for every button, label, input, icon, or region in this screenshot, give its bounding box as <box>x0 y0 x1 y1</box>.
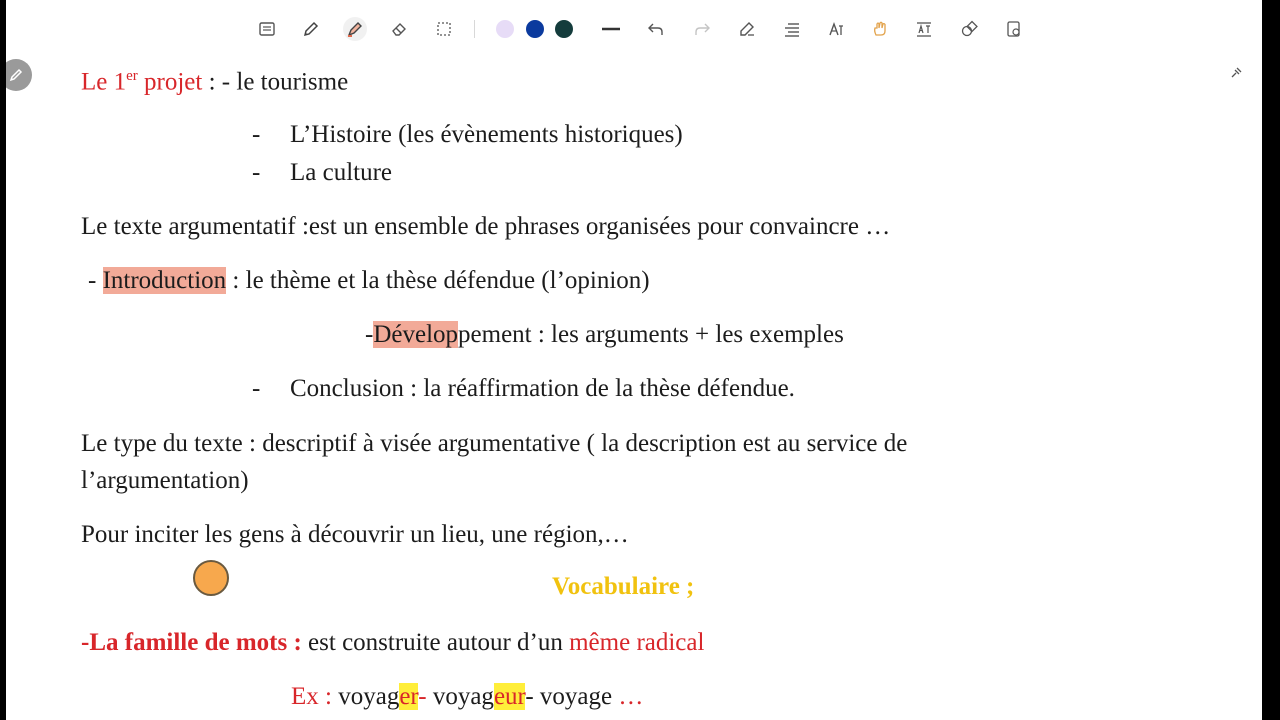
color-swatch-blue[interactable] <box>526 20 544 38</box>
vocabulary-heading: Vocabulaire ; <box>552 573 695 600</box>
heading-project-word: projet <box>137 68 203 96</box>
structure-description: pement : les arguments + les exemples <box>458 321 844 348</box>
structure-dash: - <box>88 267 103 294</box>
hand-tool-button[interactable] <box>868 17 892 41</box>
bullet-dash: - <box>252 159 261 186</box>
pen-icon <box>303 21 319 37</box>
text-box-button[interactable] <box>912 17 936 41</box>
bullet-histoire: - L’Histoire (les évènements historiques) <box>252 121 683 149</box>
highlighter-icon <box>347 22 362 37</box>
structure-description: Conclusion : la réaffirmation de la thès… <box>290 375 795 402</box>
text-box-icon <box>917 22 931 37</box>
export-button[interactable] <box>1002 17 1026 41</box>
undo-button[interactable] <box>644 17 668 41</box>
align-icon <box>785 23 799 37</box>
color-swatch-dark-teal[interactable] <box>555 20 573 38</box>
highlighted-suffix-er: er <box>399 683 419 710</box>
structure-introduction: - Introduction : le thème et la thèse dé… <box>88 267 650 295</box>
structure-dash: - <box>252 375 261 402</box>
example-line: Ex : voyager- voyageur- voyage … <box>291 683 643 711</box>
toolbar-divider <box>474 20 475 38</box>
bullet-dash: - <box>252 121 261 148</box>
export-icon <box>1007 21 1020 37</box>
highlighted-developpement: Dévelop <box>373 321 459 348</box>
example-word-voyage: - voyage <box>525 683 619 710</box>
bullet-culture: - La culture <box>252 159 392 187</box>
align-button[interactable] <box>780 17 804 41</box>
highlighter-tool-button[interactable] <box>343 17 367 41</box>
heading-theme: : - le tourisme <box>202 68 349 96</box>
undo-icon <box>648 23 663 35</box>
shape-pen-button[interactable] <box>735 17 759 41</box>
eraser-icon <box>392 23 406 36</box>
example-word-stem: voyag <box>338 683 400 710</box>
shapes-icon <box>961 20 978 37</box>
text-type-line-1: Le type du texte : descriptif à visée ar… <box>81 430 908 457</box>
purpose-line: Pour inciter les gens à découvrir un lie… <box>81 521 629 548</box>
redo-button[interactable] <box>690 17 714 41</box>
example-word-stem: voyag <box>432 683 494 710</box>
structure-developpement: -Développement : les arguments + les exe… <box>365 321 844 349</box>
lasso-select-icon <box>437 22 451 36</box>
eraser-tool-button[interactable] <box>387 17 411 41</box>
same-radical-term: même radical <box>569 629 705 656</box>
heading-project: Le 1er projet : - le tourisme <box>81 68 348 96</box>
text-type-line-2: l’argumentation) <box>81 467 249 494</box>
structure-description: : le thème et la thèse défendue (l’opini… <box>226 267 650 294</box>
heading-project-number: Le 1 <box>81 68 127 96</box>
pen-tool-button[interactable] <box>299 17 323 41</box>
word-family-term: -La famille de mots : <box>81 629 302 656</box>
example-label: Ex : <box>291 683 339 710</box>
redo-icon <box>695 23 710 35</box>
laser-pointer-cursor <box>193 560 229 596</box>
heading-superscript: er <box>126 68 138 84</box>
hand-icon <box>874 21 886 36</box>
bullet-text: L’Histoire (les évènements historiques) <box>290 121 683 148</box>
pencil-icon <box>9 68 23 82</box>
shapes-button[interactable] <box>957 17 981 41</box>
text-icon <box>259 22 275 36</box>
text-style-button[interactable] <box>824 17 848 41</box>
text-tool-button[interactable] <box>255 17 279 41</box>
bullet-text: La culture <box>290 159 393 186</box>
pin-icon <box>1231 67 1242 78</box>
stroke-width-button[interactable] <box>599 17 623 41</box>
color-swatch-lavender[interactable] <box>496 20 514 38</box>
annotation-toolbar <box>6 0 1262 56</box>
shape-pen-icon <box>740 22 754 36</box>
floating-pen-button[interactable] <box>6 59 32 91</box>
highlighted-introduction: Introduction <box>102 267 227 294</box>
word-family-definition: -La famille de mots : est construite aut… <box>81 629 704 657</box>
example-separator: - <box>418 683 433 710</box>
lasso-tool-button[interactable] <box>432 17 456 41</box>
highlighted-suffix-eur: eur <box>493 683 526 710</box>
text-style-icon <box>829 21 843 36</box>
example-ellipsis: … <box>618 683 644 710</box>
word-family-text: est construite autour d’un <box>301 629 570 656</box>
structure-conclusion: - Conclusion : la réaffirmation de la thè… <box>252 375 795 403</box>
stroke-width-icon <box>602 27 620 31</box>
collapse-toolbar-button[interactable] <box>1226 63 1246 83</box>
definition-argumentative-text: Le texte argumentatif :est un ensemble d… <box>81 213 891 240</box>
note-canvas[interactable]: Le 1er projet : - le tourisme - L’Histoir… <box>6 0 1262 720</box>
